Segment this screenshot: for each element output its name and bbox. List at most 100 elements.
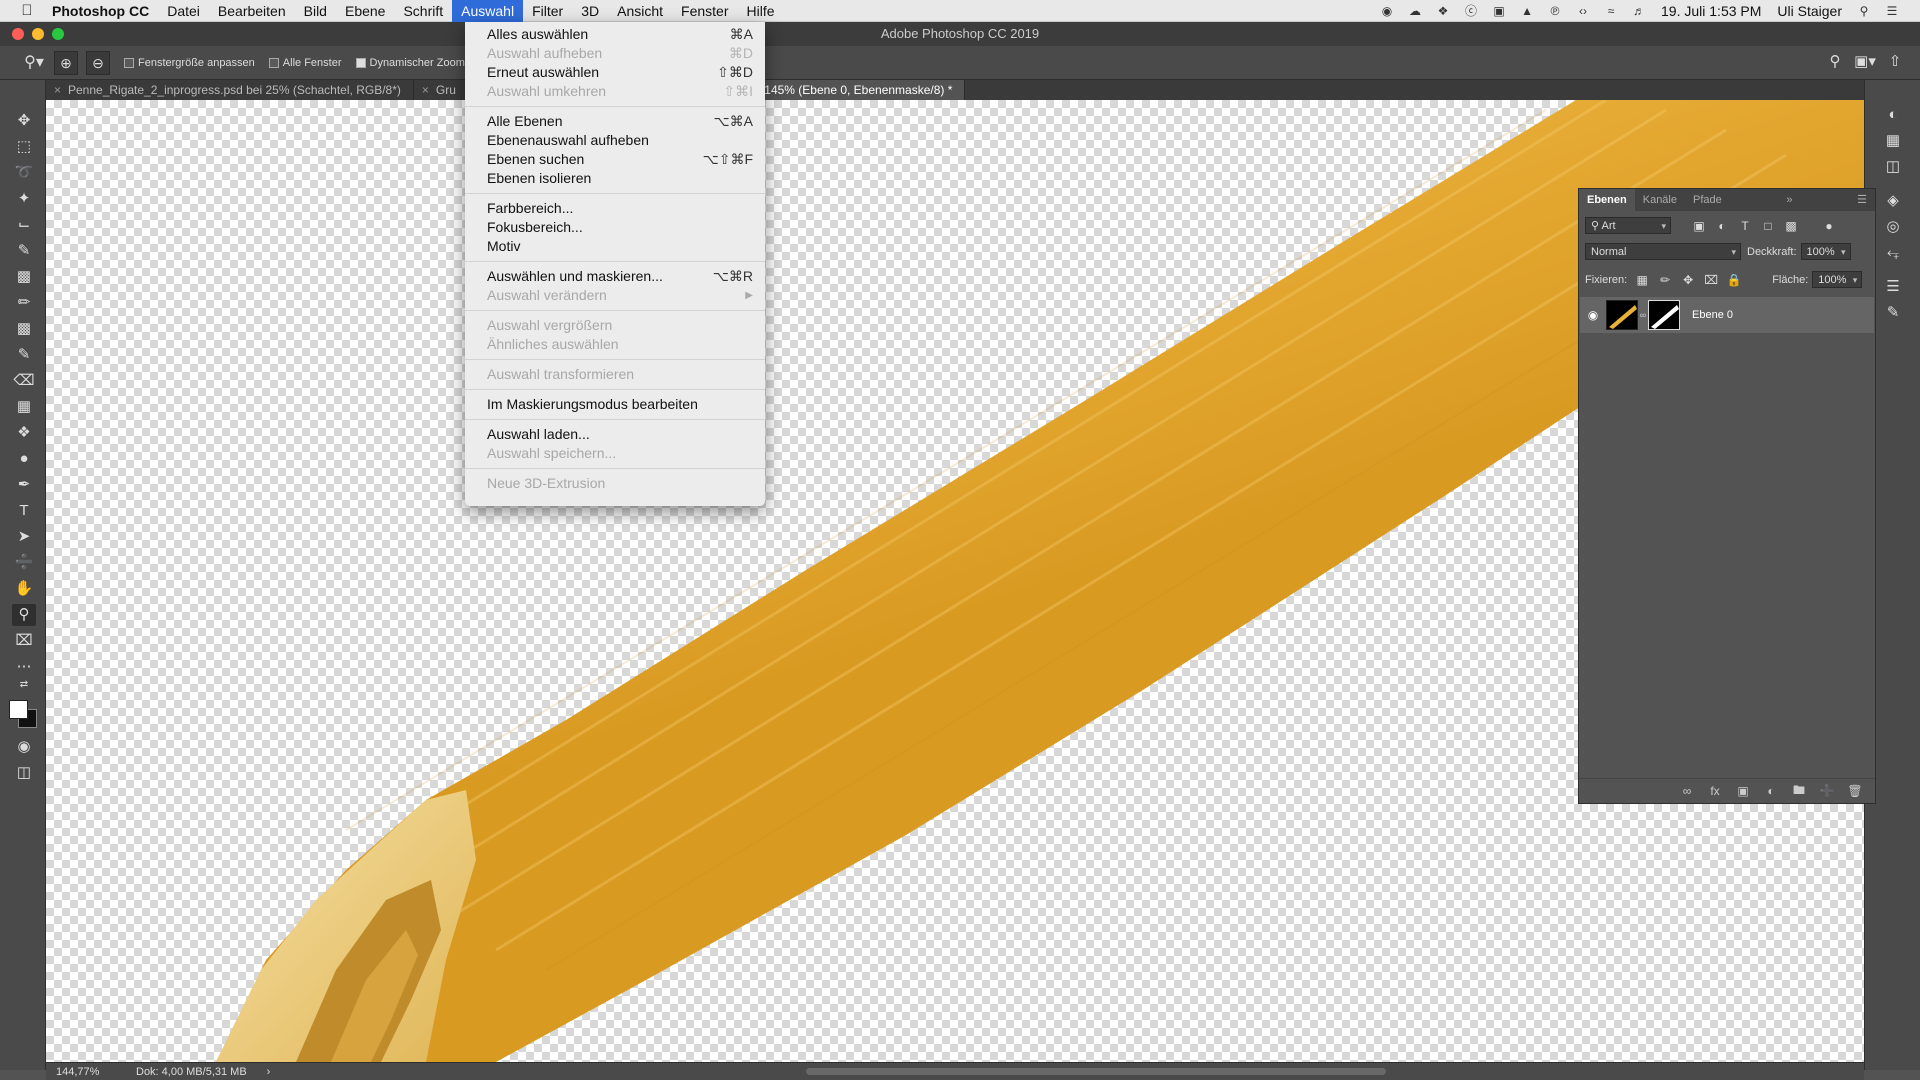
layer-mask-thumbnail[interactable] — [1648, 300, 1680, 330]
hand-tool-icon[interactable]: ✋ — [12, 578, 36, 600]
filter-adjustment-icon[interactable]: ◐ — [1714, 219, 1730, 233]
tab-ebenen[interactable]: Ebenen — [1579, 189, 1635, 211]
blur-tool-icon[interactable]: ❖ — [12, 422, 36, 444]
artboard-tool-icon[interactable]: ⌧ — [12, 630, 36, 652]
menu-item-load-selection[interactable]: Auswahl laden... — [465, 425, 765, 444]
vlc-icon[interactable]: ▲ — [1519, 4, 1535, 18]
swap-colors-icon[interactable]: ⇄ — [12, 678, 36, 692]
menu-item-subject[interactable]: Motiv — [465, 237, 765, 256]
path-selection-tool-icon[interactable]: ➤ — [12, 526, 36, 548]
lock-transparency-icon[interactable]: ▦ — [1634, 273, 1650, 287]
filter-pixel-icon[interactable]: ▣ — [1691, 219, 1707, 233]
filter-kind-select[interactable]: ⚲ Art ▾ — [1585, 217, 1671, 234]
channels-panel-icon[interactable]: ◎ — [1881, 216, 1905, 238]
zoom-tool-preset-icon[interactable]: ⚲▾ — [22, 51, 46, 75]
foreground-color-swatch[interactable] — [9, 700, 28, 719]
horizontal-scrollbar[interactable] — [806, 1068, 1386, 1075]
scrubby-zoom-checkbox[interactable]: Dynamischer Zoom — [355, 57, 465, 69]
adjustment-layer-icon[interactable]: ◐ — [1763, 784, 1779, 798]
menu-ebene[interactable]: Ebene — [336, 0, 394, 22]
window-minimize-button[interactable] — [32, 28, 44, 40]
lock-pixels-icon[interactable]: ✏ — [1657, 273, 1673, 287]
zoom-level[interactable]: 144,77% — [56, 1066, 126, 1078]
lock-position-icon[interactable]: ✥ — [1680, 273, 1696, 287]
libraries-panel-icon[interactable]: ◫ — [1881, 156, 1905, 178]
eyedropper-tool-icon[interactable]: ✎ — [12, 240, 36, 262]
tab-pfade[interactable]: Pfade — [1685, 189, 1730, 211]
filter-type-icon[interactable]: T — [1737, 219, 1753, 233]
more-tools-icon[interactable]: ⋯ — [12, 656, 36, 678]
dropbox-icon[interactable]: ❖ — [1435, 4, 1451, 18]
filter-shape-icon[interactable]: □ — [1760, 219, 1776, 233]
type-tool-icon[interactable]: T — [12, 500, 36, 522]
tab-penne-rigate[interactable]: × Penne_Rigate_2_inprogress.psd bei 25% … — [46, 80, 414, 100]
clone-stamp-tool-icon[interactable]: ▩ — [12, 318, 36, 340]
apple-icon[interactable]:  — [12, 2, 42, 19]
new-group-icon[interactable]: 🖿 — [1791, 781, 1807, 802]
menu-item-isolate-layers[interactable]: Ebenen isolieren — [465, 169, 765, 188]
fill-input[interactable]: 100% ▾ — [1812, 271, 1863, 288]
menu-item-reselect[interactable]: Erneut auswählen ⇧⌘D — [465, 63, 765, 82]
line-tool-icon[interactable]: ➗ — [12, 552, 36, 574]
chain-link-icon[interactable]: ∞ — [1638, 310, 1648, 320]
history-brush-tool-icon[interactable]: ✎ — [12, 344, 36, 366]
move-tool-icon[interactable]: ✥ — [12, 110, 36, 132]
opacity-input[interactable]: 100% ▾ — [1800, 243, 1851, 260]
menu-fenster[interactable]: Fenster — [672, 0, 737, 22]
magic-wand-tool-icon[interactable]: ✦ — [12, 188, 36, 210]
color-panel-icon[interactable]: ◐ — [1881, 104, 1905, 126]
lock-artboard-icon[interactable]: ⌧ — [1703, 273, 1719, 287]
all-windows-checkbox[interactable]: Alle Fenster — [268, 57, 342, 69]
menu-item-color-range[interactable]: Farbbereich... — [465, 199, 765, 218]
gradient-tool-icon[interactable]: ▦ — [12, 396, 36, 418]
volume-icon[interactable]: ♬ — [1631, 4, 1647, 18]
menubar-user[interactable]: Uli Staiger — [1777, 3, 1842, 19]
menu-item-select-and-mask[interactable]: Auswählen und maskieren... ⌥⌘R — [465, 267, 765, 286]
menu-app[interactable]: Photoshop CC — [42, 0, 158, 22]
menu-datei[interactable]: Datei — [158, 0, 209, 22]
menu-item-focus-area[interactable]: Fokusbereich... — [465, 218, 765, 237]
zoom-in-button[interactable]: ⊕ — [54, 50, 78, 75]
menu-3d[interactable]: 3D — [572, 0, 608, 22]
menu-item-all-layers[interactable]: Alle Ebenen ⌥⌘A — [465, 112, 765, 131]
trash-icon[interactable]: 🗑 — [1847, 784, 1863, 798]
adjustments-panel-icon[interactable]: ✎ — [1881, 302, 1905, 324]
menu-auswahl[interactable]: Auswahl — [452, 0, 524, 22]
menu-bild[interactable]: Bild — [295, 0, 336, 22]
brush-tool-icon[interactable]: ✏ — [12, 292, 36, 314]
status-menu-arrow-icon[interactable]: › — [267, 1066, 271, 1078]
window-close-button[interactable] — [12, 28, 24, 40]
layer-name[interactable]: Ebene 0 — [1692, 309, 1733, 321]
wifi-icon[interactable]: ≈ — [1603, 4, 1619, 18]
share-icon[interactable]: ⇧ — [1884, 52, 1906, 70]
code-icon[interactable]: ‹› — [1575, 4, 1591, 18]
creative-cloud-icon[interactable]: ☁ — [1407, 4, 1423, 18]
menu-hilfe[interactable]: Hilfe — [738, 0, 784, 22]
skype-icon[interactable]: ⓒ — [1463, 4, 1479, 18]
layer-style-fx-icon[interactable]: fx — [1707, 784, 1723, 798]
tab-gruppe[interactable]: × Gru — [414, 80, 469, 100]
quick-mask-icon[interactable]: ◉ — [12, 736, 36, 758]
menu-item-deselect-layers[interactable]: Ebenenauswahl aufheben — [465, 131, 765, 150]
healing-brush-tool-icon[interactable]: ▩ — [12, 266, 36, 288]
new-layer-icon[interactable]: ➕ — [1819, 784, 1835, 798]
collapse-panel-icon[interactable]: » — [1778, 189, 1800, 211]
lasso-tool-icon[interactable]: ➰ — [12, 162, 36, 184]
menu-item-quick-mask[interactable]: Im Maskierungsmodus bearbeiten — [465, 395, 765, 414]
menu-item-select-all[interactable]: Alles auswählen ⌘A — [465, 25, 765, 44]
record-icon[interactable]: ◉ — [1379, 4, 1395, 18]
panel-menu-icon[interactable]: ☰ — [1849, 189, 1875, 211]
properties-panel-icon[interactable]: ☰ — [1881, 276, 1905, 298]
link-layers-icon[interactable]: ∞ — [1679, 784, 1695, 798]
fit-window-checkbox[interactable]: Fenstergröße anpassen — [124, 57, 255, 69]
menu-ansicht[interactable]: Ansicht — [608, 0, 672, 22]
notification-center-icon[interactable]: ☰ — [1884, 4, 1900, 18]
search-icon[interactable]: ⚲ — [1824, 52, 1846, 70]
window-zoom-button[interactable] — [52, 28, 64, 40]
eraser-tool-icon[interactable]: ⌫ — [12, 370, 36, 392]
menu-bearbeiten[interactable]: Bearbeiten — [209, 0, 295, 22]
menu-item-find-layers[interactable]: Ebenen suchen ⌥⇧⌘F — [465, 150, 765, 169]
add-mask-icon[interactable]: ▣ — [1735, 784, 1751, 798]
bluetooth-icon[interactable]: ℗ — [1547, 4, 1563, 18]
layers-panel-icon[interactable]: ◈ — [1881, 190, 1905, 212]
